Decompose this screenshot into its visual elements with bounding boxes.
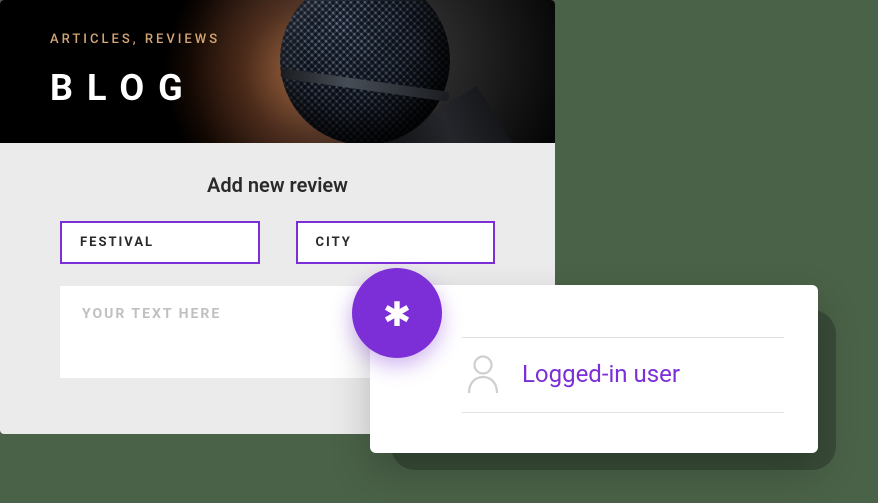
- add-button[interactable]: ✱: [352, 268, 442, 358]
- asterisk-icon: ✱: [383, 298, 412, 332]
- divider: [462, 412, 784, 413]
- form-row: FESTIVAL CITY: [60, 221, 495, 264]
- hero-banner: ARTICLES, REVIEWS BLOG: [0, 0, 555, 143]
- city-input[interactable]: CITY: [296, 221, 496, 264]
- logged-in-user-option[interactable]: Logged-in user: [462, 338, 784, 412]
- logged-in-user-label: Logged-in user: [522, 360, 680, 388]
- hero-subtitle: ARTICLES, REVIEWS: [50, 32, 505, 47]
- user-icon: [466, 354, 500, 394]
- form-heading: Add new review: [60, 173, 495, 197]
- hero-title: BLOG: [50, 67, 505, 109]
- festival-input[interactable]: FESTIVAL: [60, 221, 260, 264]
